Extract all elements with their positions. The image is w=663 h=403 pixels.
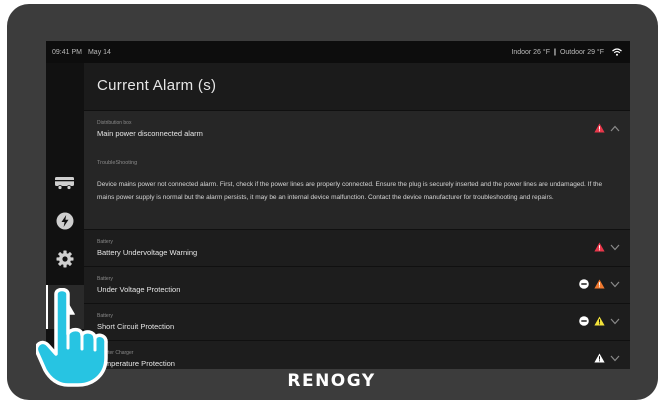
minus-circle-icon [579,279,589,289]
alarm-item[interactable]: Battery Short Circuit Protection [84,303,630,340]
chevron-down-icon[interactable] [610,355,620,362]
alarm-white-warning-icon [594,353,605,363]
alarm-category: Battery [97,239,113,245]
sidebar-item-power[interactable] [46,202,84,240]
alarm-item[interactable]: Battery Under Voltage Protection [84,266,630,303]
alarm-yellow-warning-icon [594,316,605,326]
alarm-category: Distribution box [97,120,132,126]
outdoor-temp: Outdoor 29 °F [559,48,604,56]
alarm-name: Battery Undervoltage Warning [97,248,198,257]
chevron-down-icon[interactable] [610,318,620,325]
indoor-temp: Indoor 26 °F [511,48,550,56]
alarm-red-warning-icon [594,123,605,133]
chevron-down-icon[interactable] [610,244,620,251]
troubleshooting-text: Device mains power not connected alarm. … [97,181,603,201]
alarm-red-warning-icon [594,242,605,252]
pointing-hand-icon [36,288,108,387]
status-bar: 09:41 PM May 14 Indoor 26 °F | Outdoor 2… [46,41,630,63]
troubleshooting-label: TroubleShooting [97,160,138,166]
alarm-item[interactable]: Distribution box Main power disconnected… [84,110,630,229]
status-date: May 14 [87,48,111,56]
alarm-name: Temperature Protection [97,359,175,368]
chevron-down-icon[interactable] [610,281,620,288]
page-title: Current Alarm (s) [97,77,217,94]
gear-icon [56,250,74,268]
alarm-name: Under Voltage Protection [97,285,181,294]
sidebar-item-rv[interactable] [46,164,84,202]
lightning-icon [56,212,74,230]
minus-circle-icon [579,316,589,326]
status-time: 09:41 PM [52,48,82,56]
sidebar-item-settings[interactable] [46,240,84,278]
alarm-item[interactable]: Battery Battery Undervoltage Warning [84,229,630,266]
main-panel: Current Alarm (s) Distribution box Main … [84,63,630,369]
alarm-category: Battery [97,276,113,282]
chevron-up-icon[interactable] [610,125,620,132]
temp-separator: | [553,48,556,56]
alarm-list: Distribution box Main power disconnected… [84,110,630,369]
wifi-icon [612,48,622,56]
alarm-name: Main power disconnected alarm [97,129,203,138]
rv-icon [55,177,74,190]
alarm-name: Short Circuit Protection [97,322,175,331]
alarm-item[interactable]: Inverter Charger Temperature Protection [84,340,630,369]
device-screen: 09:41 PM May 14 Indoor 26 °F | Outdoor 2… [46,41,630,369]
alarm-orange-warning-icon [594,279,605,289]
